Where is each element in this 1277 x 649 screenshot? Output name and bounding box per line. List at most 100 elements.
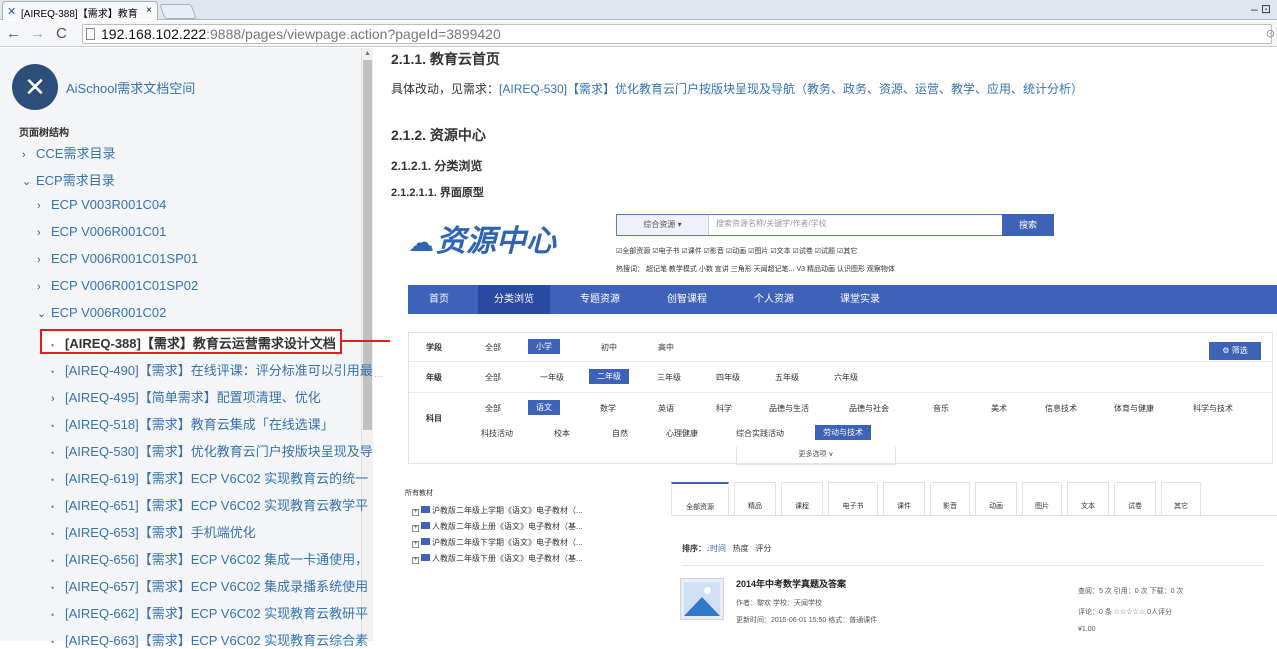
tree-item-label[interactable]: ECP V006R001C01SP02	[51, 278, 198, 293]
tree-item-label[interactable]: ECP V006R001C01	[51, 224, 166, 239]
chevron-right-icon[interactable]: ›	[51, 393, 65, 405]
space-name-link[interactable]: AiSchool需求文档空间	[66, 78, 195, 97]
tree-item[interactable]: • [AIREQ-657]【需求】ECP V6C02 集成录播系统使用	[51, 576, 368, 595]
heading-2-1-2-1: 2.1.2.1. 分类浏览	[391, 159, 483, 173]
mock-search-button: 搜索	[1002, 214, 1054, 236]
bullet-icon: •	[51, 340, 55, 350]
bullet-icon: •	[51, 529, 55, 539]
tree-item-label[interactable]: ECP V003R001C04	[51, 197, 166, 212]
zoom-icon[interactable]: ⊙	[1266, 27, 1275, 40]
tree-item[interactable]: › CCE需求目录	[22, 143, 115, 162]
mock-subject-option: 自然	[612, 429, 628, 438]
tree-item[interactable]: • [AIREQ-651]【需求】ECP V6C02 实现教育云教学平	[51, 495, 368, 514]
tree-item-label[interactable]: [AIREQ-662]【需求】ECP V6C02 实现教育云教研平	[65, 606, 368, 621]
resize-handle-icon[interactable]: ⋮	[374, 372, 384, 381]
tree-item[interactable]: › ECP V006R001C01SP01	[37, 251, 198, 266]
scroll-up-icon[interactable]: ▲	[364, 50, 371, 57]
tree-item[interactable]: • [AIREQ-656]【需求】ECP V6C02 集成一卡通使用，	[51, 549, 368, 568]
mock-res-tab: 课程	[781, 482, 823, 516]
chevron-right-icon[interactable]: ›	[37, 281, 51, 293]
new-tab-button[interactable]	[159, 4, 197, 19]
resource-center-logo: ☁资源中心	[408, 216, 556, 260]
logo-text: 资源中心	[436, 225, 556, 258]
tree-item-label[interactable]: [AIREQ-657]【需求】ECP V6C02 集成录播系统使用	[65, 579, 368, 594]
tree-item-label[interactable]: ECP V006R001C01SP01	[51, 251, 198, 266]
tree-item[interactable]: › ECP V006R001C01SP02	[37, 278, 198, 293]
bullet-icon: •	[51, 475, 55, 485]
mock-grade-option: 一年级	[540, 373, 564, 382]
back-icon[interactable]: ←	[6, 25, 21, 42]
mock-book-label: 沪教版二年级下学期《语文》电子教材（...	[432, 538, 583, 547]
tree-item-label[interactable]: [AIREQ-490]【需求】在线评课：评分标准可以引用最	[65, 363, 373, 378]
reload-icon[interactable]: C	[56, 25, 67, 42]
tree-item[interactable]: › ECP V006R001C01	[37, 224, 166, 239]
mock-type-checkboxes: ☑全部资源 ☑电子书 ☑课件 ☑影音 ☑动画 ☑图片 ☑文本 ☑试卷 ☑试题 ☑…	[616, 248, 858, 255]
chevron-down-icon[interactable]: ⌄	[37, 307, 51, 320]
divider	[409, 361, 1272, 362]
tree-item-label[interactable]: [AIREQ-518]【需求】教育云集成「在线选课」	[65, 417, 334, 432]
forward-icon[interactable]: →	[30, 25, 45, 42]
tree-item[interactable]: • [AIREQ-653]【需求】手机端优化	[51, 522, 256, 541]
chevron-right-icon[interactable]: ›	[37, 200, 51, 212]
tree-item-label[interactable]: ECP需求目录	[36, 173, 115, 188]
mock-res-stats: 查阅：5 次 引用：0 次 下载：0 次	[1078, 588, 1184, 595]
heading-2-1-2-1-1: 2.1.2.1.1. 界面原型	[391, 187, 484, 199]
tab-close-icon[interactable]: ×	[146, 5, 152, 16]
mock-res-tab: 课件	[883, 482, 925, 516]
chevron-down-icon[interactable]: ⌄	[22, 175, 36, 188]
tree-item-label[interactable]: [AIREQ-656]【需求】ECP V6C02 集成一卡通使用，	[65, 552, 368, 567]
chevron-right-icon[interactable]: ›	[37, 254, 51, 266]
tree-item[interactable]: › ECP V003R001C04	[37, 197, 166, 212]
window-controls[interactable]: – ⊡	[1251, 2, 1271, 16]
tree-item[interactable]: ⌄ ECP V006R001C02	[37, 305, 166, 320]
tab-title: [AIREQ-388]【需求】教育	[21, 9, 138, 20]
tree-item-label[interactable]: CCE需求目录	[36, 146, 115, 161]
mock-grade-option: 四年级	[716, 373, 740, 382]
mock-book-item: + 沪教版二年级下学期《语文》电子教材（...	[412, 538, 583, 548]
tree-item-label[interactable]: [AIREQ-495]【简单需求】配置项清理、优化	[65, 390, 321, 405]
image-placeholder-icon	[680, 578, 724, 620]
tree-item-label[interactable]: [AIREQ-388]【需求】教育云运营需求设计文档	[65, 336, 336, 351]
divider	[682, 565, 1264, 566]
tree-item[interactable]: • [AIREQ-619]【需求】ECP V6C02 实现教育云的统一	[51, 468, 368, 487]
mock-grade-option: 五年级	[775, 373, 799, 382]
mock-stage-label: 学段	[426, 343, 442, 352]
tree-item[interactable]: • [AIREQ-518]【需求】教育云集成「在线选课」	[51, 414, 334, 433]
mock-stage-option-active: 小学	[528, 339, 560, 354]
chevron-right-icon[interactable]: ›	[22, 149, 36, 161]
tree-item-current[interactable]: • [AIREQ-388]【需求】教育云运营需求设计文档	[51, 333, 336, 352]
bullet-icon: •	[51, 448, 55, 458]
tree-item[interactable]: › [AIREQ-495]【简单需求】配置项清理、优化	[51, 387, 321, 406]
mock-subject-option: 体育与健康	[1114, 404, 1154, 413]
browser-tab[interactable]: ✕ [AIREQ-388]【需求】教育 ×	[2, 1, 158, 20]
url-input[interactable]: 192.168.102.222:9888/pages/viewpage.acti…	[82, 24, 1272, 44]
mock-subject-option: 数学	[600, 404, 616, 413]
tree-item-label[interactable]: ECP V006R001C02	[51, 305, 166, 320]
requirement-link[interactable]: [AIREQ-530]【需求】优化教育云门户按版块呈现及导航（教务、政务、资源、…	[499, 82, 1083, 96]
divider	[671, 515, 1277, 516]
mock-nav-bar: 首页 分类浏览 专题资源 创智课程 个人资源 课堂实录	[408, 285, 1277, 314]
bullet-icon: •	[51, 556, 55, 566]
mock-nav-item: 课堂实录	[840, 294, 880, 305]
bullet-icon: •	[51, 610, 55, 620]
tree-item[interactable]: • [AIREQ-490]【需求】在线评课：评分标准可以引用最	[51, 360, 373, 379]
tree-item[interactable]: • [AIREQ-662]【需求】ECP V6C02 实现教育云教研平	[51, 603, 368, 622]
mock-nav-item: 首页	[429, 294, 449, 305]
tree-item[interactable]: • [AIREQ-530]【需求】优化教育云门户按版块呈现及导	[51, 441, 373, 460]
mock-subject-option: 科技活动	[481, 429, 513, 438]
mock-subject-option: 品德与生活	[769, 404, 809, 413]
tree-item-label[interactable]: [AIREQ-653]【需求】手机端优化	[65, 525, 256, 540]
tree-item-label[interactable]: [AIREQ-651]【需求】ECP V6C02 实现教育云教学平	[65, 498, 368, 513]
paragraph: 具体改动，见需求：[AIREQ-530]【需求】优化教育云门户按版块呈现及导航（…	[391, 80, 1083, 97]
tree-item-label[interactable]: [AIREQ-619]【需求】ECP V6C02 实现教育云的统一	[65, 471, 368, 486]
divider	[409, 392, 1272, 393]
space-logo[interactable]: ✕	[12, 64, 58, 110]
tree-item[interactable]: ⌄ ECP需求目录	[22, 170, 115, 189]
chevron-right-icon[interactable]: ›	[37, 227, 51, 239]
mock-sort-score: 评分	[755, 544, 772, 553]
bullet-icon: •	[51, 421, 55, 431]
mock-sort-bar: 排序：↓时间 热度 评分	[682, 543, 771, 554]
tree-item[interactable]: • [AIREQ-663]【需求】ECP V6C02 实现教育云综合素	[51, 630, 368, 649]
tree-item-label[interactable]: [AIREQ-530]【需求】优化教育云门户按版块呈现及导	[65, 444, 373, 459]
paragraph-prefix: 具体改动，见需求：	[391, 82, 500, 96]
